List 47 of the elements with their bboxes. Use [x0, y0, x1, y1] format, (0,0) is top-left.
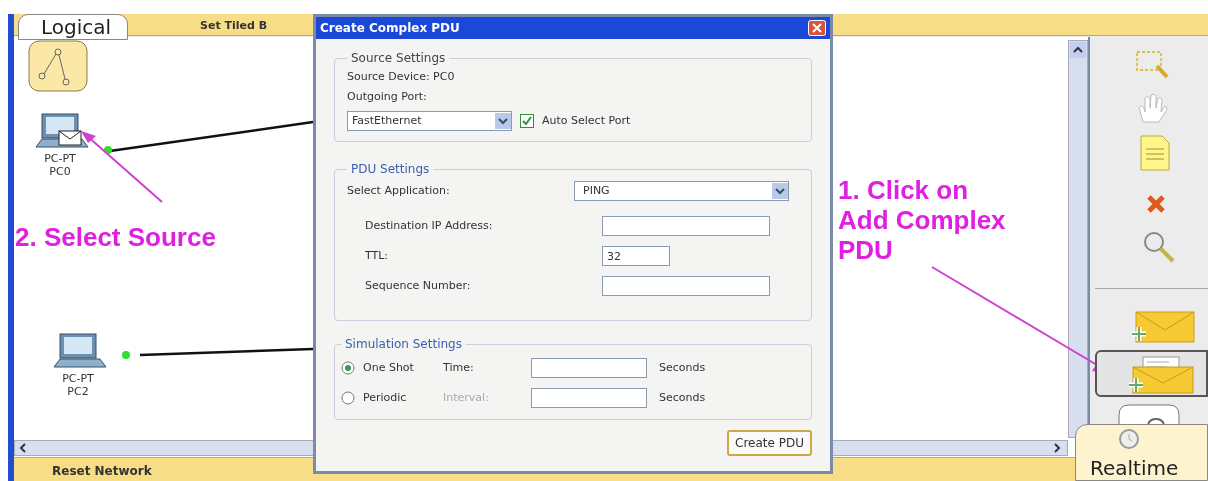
group-legend: Simulation Settings [341, 335, 466, 353]
field-label: Time: [443, 359, 475, 376]
radio-label: One Shot [363, 359, 415, 376]
vertical-scrollbar[interactable] [1068, 40, 1088, 438]
hand-icon[interactable] [1135, 92, 1169, 124]
field-label: Outgoing Port: [347, 89, 428, 105]
device-label: PC-PT PC2 [61, 372, 95, 398]
link-light-icon [122, 351, 130, 359]
create-pdu-button[interactable]: Create PDU [727, 430, 812, 456]
input-field[interactable] [602, 276, 770, 296]
field-label: TTL: [365, 247, 390, 264]
radio-label: Periodic [363, 389, 408, 406]
checkbox-label: Auto Select Port [542, 112, 631, 129]
field-label: Destination IP Address: [365, 217, 494, 234]
device-label: PC-PT PC0 [43, 152, 77, 178]
search-icon[interactable] [1142, 230, 1176, 264]
dialog-title: Create Complex PDU [320, 20, 460, 37]
annotation-text: 2. Select Source [15, 222, 216, 252]
mode-tab[interactable] [1075, 424, 1208, 481]
field-label: Sequence Number: [365, 277, 472, 294]
view-tab[interactable]: Logical [18, 14, 128, 40]
application-dropdown[interactable]: PING [574, 181, 789, 201]
field-label: Select Application: [347, 182, 451, 199]
scroll-up-icon[interactable] [1070, 42, 1086, 58]
unit-label: Seconds [659, 359, 706, 376]
annotation-text: 1. Click on Add Complex PDU [838, 175, 1006, 265]
select-icon[interactable] [1135, 50, 1169, 80]
toolbar-button[interactable]: Set Tiled B [200, 18, 268, 35]
delete-icon[interactable] [1146, 194, 1166, 214]
radio-button[interactable] [341, 361, 355, 375]
group-legend: Source Settings [347, 49, 450, 67]
group-legend: PDU Settings [347, 160, 434, 178]
add-complex-pdu-button[interactable] [1095, 350, 1208, 397]
simulation-icon[interactable] [1118, 404, 1180, 424]
input-field[interactable]: 32 [602, 246, 670, 266]
field-label: Interval: [443, 389, 490, 406]
topology-icon[interactable] [28, 40, 88, 92]
checkbox[interactable] [520, 114, 534, 128]
reset-network-button[interactable]: Reset Network [52, 462, 152, 480]
unit-label: Seconds [659, 389, 706, 406]
source-device-text: Source Device: PC0 [347, 69, 456, 85]
close-icon[interactable] [808, 20, 826, 36]
port-dropdown[interactable]: FastEthernet [347, 111, 512, 131]
mode-label: Realtime [1090, 456, 1179, 480]
link-light-icon [104, 146, 112, 154]
input-field[interactable] [531, 358, 647, 378]
input-field[interactable] [602, 216, 770, 236]
